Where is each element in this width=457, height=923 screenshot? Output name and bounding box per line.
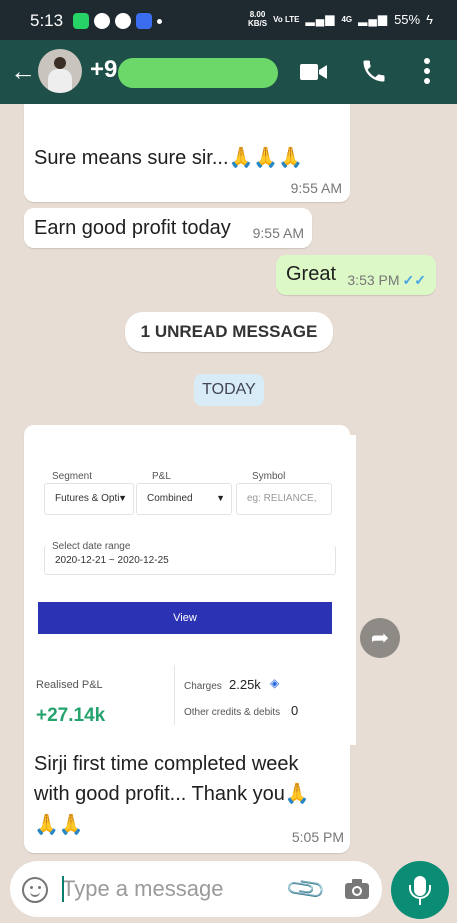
message-bubble-outgoing[interactable]: Great 3:53 PM ✓✓ — [276, 255, 436, 295]
message-time: 9:55 AM — [290, 180, 342, 196]
message-time: 9:55 AM — [252, 225, 304, 241]
battery-percent: 55% — [394, 11, 421, 27]
stack-icon: ◈ — [270, 676, 280, 690]
notification-icons — [73, 13, 162, 29]
chat-notification-icon — [94, 13, 110, 29]
chevron-down-icon: ▼ — [118, 493, 127, 503]
heart-notification-icon — [115, 13, 131, 29]
caption-line: with good profit... Thank you🙏 — [34, 783, 310, 805]
more-notifications-dot — [157, 19, 162, 24]
forward-icon[interactable]: ➦ — [360, 618, 400, 658]
credits-value: 0 — [291, 703, 299, 718]
charges-value: 2.25k — [229, 677, 261, 692]
whatsapp-notification-icon — [73, 13, 89, 29]
more-vert-icon[interactable] — [424, 58, 430, 84]
avatar[interactable] — [38, 49, 82, 93]
message-bubble[interactable]: Sure means sure sir...🙏🙏🙏 9:55 AM — [24, 104, 350, 202]
paperclip-icon[interactable]: 📎 — [284, 867, 329, 912]
text-cursor — [62, 876, 64, 902]
charging-icon: ϟ — [426, 11, 433, 27]
message-text: Great — [286, 263, 337, 285]
status-time: 5:13 — [30, 11, 64, 30]
message-bubble[interactable]: Earn good profit today 9:55 AM — [24, 208, 312, 248]
message-time: 3:53 PM ✓✓ — [347, 272, 426, 288]
realised-pl-label: Realised P&L — [36, 679, 103, 691]
segment-select: Futures & Opti ▼ — [44, 483, 134, 515]
read-ticks-icon: ✓✓ — [402, 272, 426, 288]
volte-indicator: Vo LTE — [273, 14, 300, 24]
discord-notification-icon — [136, 13, 152, 29]
segment-label: Segment — [52, 471, 93, 482]
chat-header: ← +9 — [0, 40, 457, 104]
charges-label: Charges — [184, 681, 222, 692]
chat-area: Sure means sure sir...🙏🙏🙏 9:55 AM Earn g… — [0, 104, 457, 853]
credits-label: Other credits & debits — [184, 707, 281, 718]
view-button: View — [38, 602, 332, 634]
signal-icon: ▂▄▆ — [305, 12, 336, 26]
status-bar: 5:13 8.00 KB/S Vo LTE ▂▄▆ 4G ▂▄▆ 55% ϟ — [0, 0, 457, 40]
realised-pl-value: +27.14k — [36, 705, 106, 726]
redaction-mark — [118, 58, 278, 88]
pnl-screenshot-image[interactable]: Segment Futures & Opti ▼ P&L Combined ▼ … — [32, 435, 356, 745]
date-chip: TODAY — [194, 374, 264, 406]
chevron-down-icon: ▼ — [216, 493, 225, 503]
caption-line: Sirji first time completed week — [34, 753, 299, 775]
microphone-button[interactable] — [391, 861, 449, 919]
message-time: 5:05 PM — [291, 829, 344, 845]
pl-select: Combined ▼ — [136, 483, 232, 515]
status-indicators: 8.00 KB/S Vo LTE ▂▄▆ 4G ▂▄▆ 55% ϟ — [248, 10, 433, 28]
network-speed: 8.00 KB/S — [247, 10, 268, 28]
caption-line: 🙏🙏 — [34, 814, 84, 836]
signal-icon-2: ▂▄▆ — [358, 12, 389, 26]
back-arrow-icon[interactable]: ← — [10, 56, 36, 86]
message-text: Sure means sure sir...🙏🙏🙏 — [34, 147, 304, 169]
symbol-label: Symbol — [252, 471, 286, 482]
emoji-icon[interactable] — [22, 877, 48, 903]
pl-label: P&L — [152, 471, 171, 482]
divider — [174, 665, 175, 725]
video-call-icon[interactable] — [300, 62, 328, 82]
camera-icon[interactable] — [344, 878, 370, 900]
network-type: 4G — [341, 14, 353, 24]
message-text: Earn good profit today — [34, 217, 231, 239]
date-range-field: 2020-12-21 ~ 2020-12-25 — [44, 545, 336, 575]
message-composer: 📎 — [10, 861, 382, 917]
symbol-field: eg: RELIANCE, — [236, 483, 332, 515]
message-input[interactable] — [62, 871, 282, 907]
unread-banner: 1 UNREAD MESSAGE — [125, 312, 333, 352]
phone-icon[interactable] — [360, 57, 388, 85]
contact-name[interactable]: +9 — [90, 56, 117, 84]
image-message-bubble[interactable]: Segment Futures & Opti ▼ P&L Combined ▼ … — [24, 425, 356, 853]
